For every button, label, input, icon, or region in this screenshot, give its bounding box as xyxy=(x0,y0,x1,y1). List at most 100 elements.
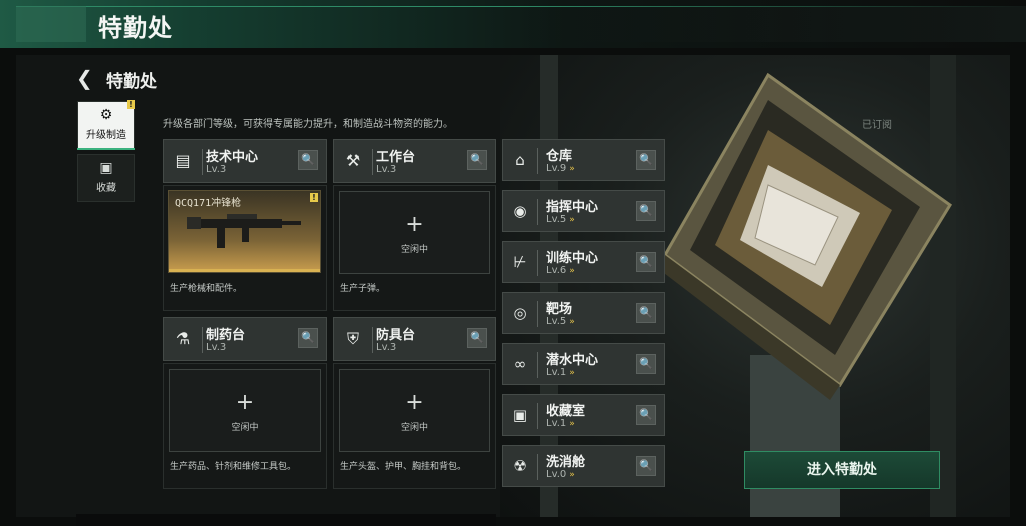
top-banner-accent xyxy=(16,6,86,42)
smg-icon xyxy=(187,214,301,248)
add-icon: + xyxy=(405,390,424,415)
station-name: 工作台 xyxy=(376,150,416,165)
level-value: Lv.1 xyxy=(546,367,567,378)
page-title: 特勤处 xyxy=(106,72,157,92)
divider xyxy=(537,454,538,480)
department-warehouse[interactable]: ⌂ 仓库 Lv.9» 🔍 xyxy=(502,139,665,181)
armor-bench-icon: ⛨ xyxy=(346,329,359,348)
tab-collection-label: 收藏 xyxy=(96,183,116,194)
station-description: 生产药品、针剂和维修工具包。 xyxy=(170,462,297,472)
station-name: 制药台 xyxy=(206,328,246,343)
empty-slot[interactable]: + 空闲中 xyxy=(169,369,321,452)
workbench-slot-panel: + 空闲中 生产子弹。 xyxy=(333,185,496,311)
divider xyxy=(537,199,538,225)
empty-slot[interactable]: + 空闲中 xyxy=(339,369,490,452)
department-name: 指挥中心 xyxy=(546,200,599,215)
page-description: 升级各部门等级，可获得专属能力提升，和制造战斗物资的能力。 xyxy=(163,119,453,130)
search-icon[interactable]: 🔍 xyxy=(636,150,656,170)
divider xyxy=(372,327,373,353)
upgrade-icon: ⚙ xyxy=(99,107,113,123)
upgrade-arrow-icon: » xyxy=(569,164,575,174)
collection-icon: ▣ xyxy=(99,160,113,176)
subscribed-label: 已订阅 xyxy=(862,120,892,131)
divider xyxy=(537,250,538,276)
active-tab-indicator xyxy=(77,148,135,150)
department-level: Lv.1» xyxy=(546,418,575,429)
enter-special-ops-button[interactable]: 进入特勤处 xyxy=(744,451,940,489)
item-alert-badge: ! xyxy=(310,193,318,202)
search-icon[interactable]: 🔍 xyxy=(636,354,656,374)
department-name: 洗消舱 xyxy=(546,455,586,470)
upgrade-arrow-icon: » xyxy=(569,317,575,327)
armor-bench-slot-panel: + 空闲中 生产头盔、护甲、胸挂和背包。 xyxy=(333,363,496,489)
top-banner: 特勤处 xyxy=(0,0,1026,48)
department-level: Lv.5» xyxy=(546,214,575,225)
search-icon[interactable]: 🔍 xyxy=(467,150,487,170)
department-name: 潜水中心 xyxy=(546,353,599,368)
slot-status: 空闲中 xyxy=(400,245,428,255)
divider xyxy=(202,149,203,175)
level-value: Lv.9 xyxy=(546,163,567,174)
add-icon: + xyxy=(405,212,424,237)
level-value: Lv.0 xyxy=(546,469,567,480)
training-center-icon: ⊬ xyxy=(513,253,527,271)
tab-collection[interactable]: ▣ 收藏 xyxy=(77,154,135,202)
department-diving-center[interactable]: ∞ 潜水中心 Lv.1» 🔍 xyxy=(502,343,665,385)
level-value: Lv.5 xyxy=(546,316,567,327)
department-training-center[interactable]: ⊬ 训练中心 Lv.6» 🔍 xyxy=(502,241,665,283)
department-collection-room[interactable]: ▣ 收藏室 Lv.1» 🔍 xyxy=(502,394,665,436)
item-name: QCQ171冲锋枪 xyxy=(175,198,242,209)
diving-center-icon: ∞ xyxy=(513,355,527,373)
crafting-item-card[interactable]: QCQ171冲锋枪 ! xyxy=(168,190,321,273)
back-arrow-icon[interactable]: ❮ xyxy=(76,66,93,90)
divider xyxy=(537,301,538,327)
slot-status: 空闲中 xyxy=(231,423,259,433)
workbench-icon: ⚒ xyxy=(345,151,361,170)
department-name: 训练中心 xyxy=(546,251,599,266)
station-level: Lv.3 xyxy=(206,164,227,175)
collection-room-icon: ▣ xyxy=(512,406,528,424)
search-icon[interactable]: 🔍 xyxy=(298,328,318,348)
pharmacy-icon: ⚗ xyxy=(175,329,191,348)
slot-status: 空闲中 xyxy=(400,423,428,433)
department-decon-chamber[interactable]: ☢ 洗消舱 Lv.0» 🔍 xyxy=(502,445,665,487)
station-pharmacy[interactable]: ⚗ 制药台 Lv.3 🔍 xyxy=(163,317,327,361)
upgrade-arrow-icon: » xyxy=(569,266,575,276)
station-workbench[interactable]: ⚒ 工作台 Lv.3 🔍 xyxy=(333,139,496,183)
station-armor-bench[interactable]: ⛨ 防具台 Lv.3 🔍 xyxy=(333,317,496,361)
department-shooting-range[interactable]: ◎ 靶场 Lv.5» 🔍 xyxy=(502,292,665,334)
tab-alert-badge: ! xyxy=(127,100,135,109)
department-name: 收藏室 xyxy=(546,404,586,419)
department-level: Lv.9» xyxy=(546,163,575,174)
upgrade-arrow-icon: » xyxy=(569,470,575,480)
station-tech-center[interactable]: ▤ 技术中心 Lv.3 🔍 xyxy=(163,139,327,183)
search-icon[interactable]: 🔍 xyxy=(636,456,656,476)
search-icon[interactable]: 🔍 xyxy=(636,405,656,425)
search-icon[interactable]: 🔍 xyxy=(298,150,318,170)
station-level: Lv.3 xyxy=(376,164,397,175)
search-icon[interactable]: 🔍 xyxy=(636,303,656,323)
station-name: 防具台 xyxy=(376,328,416,343)
shooting-range-icon: ◎ xyxy=(513,304,527,322)
department-level: Lv.0» xyxy=(546,469,575,480)
department-name: 靶场 xyxy=(546,302,573,317)
station-name: 技术中心 xyxy=(206,150,259,165)
tab-upgrade-craft-label: 升级制造 xyxy=(86,130,126,141)
warehouse-icon: ⌂ xyxy=(515,151,525,169)
department-level: Lv.5» xyxy=(546,316,575,327)
search-icon[interactable]: 🔍 xyxy=(636,252,656,272)
station-description: 生产枪械和配件。 xyxy=(170,284,243,294)
station-level: Lv.3 xyxy=(376,342,397,353)
empty-slot[interactable]: + 空闲中 xyxy=(339,191,490,274)
divider xyxy=(372,149,373,175)
department-name: 仓库 xyxy=(546,149,573,164)
command-center-icon: ◉ xyxy=(513,202,527,220)
department-command-center[interactable]: ◉ 指挥中心 Lv.5» 🔍 xyxy=(502,190,665,232)
search-icon[interactable]: 🔍 xyxy=(636,201,656,221)
department-level: Lv.6» xyxy=(546,265,575,276)
upgrade-arrow-icon: » xyxy=(569,215,575,225)
banner-title: 特勤处 xyxy=(98,14,173,42)
search-icon[interactable]: 🔍 xyxy=(467,328,487,348)
level-value: Lv.5 xyxy=(546,214,567,225)
divider xyxy=(537,148,538,174)
